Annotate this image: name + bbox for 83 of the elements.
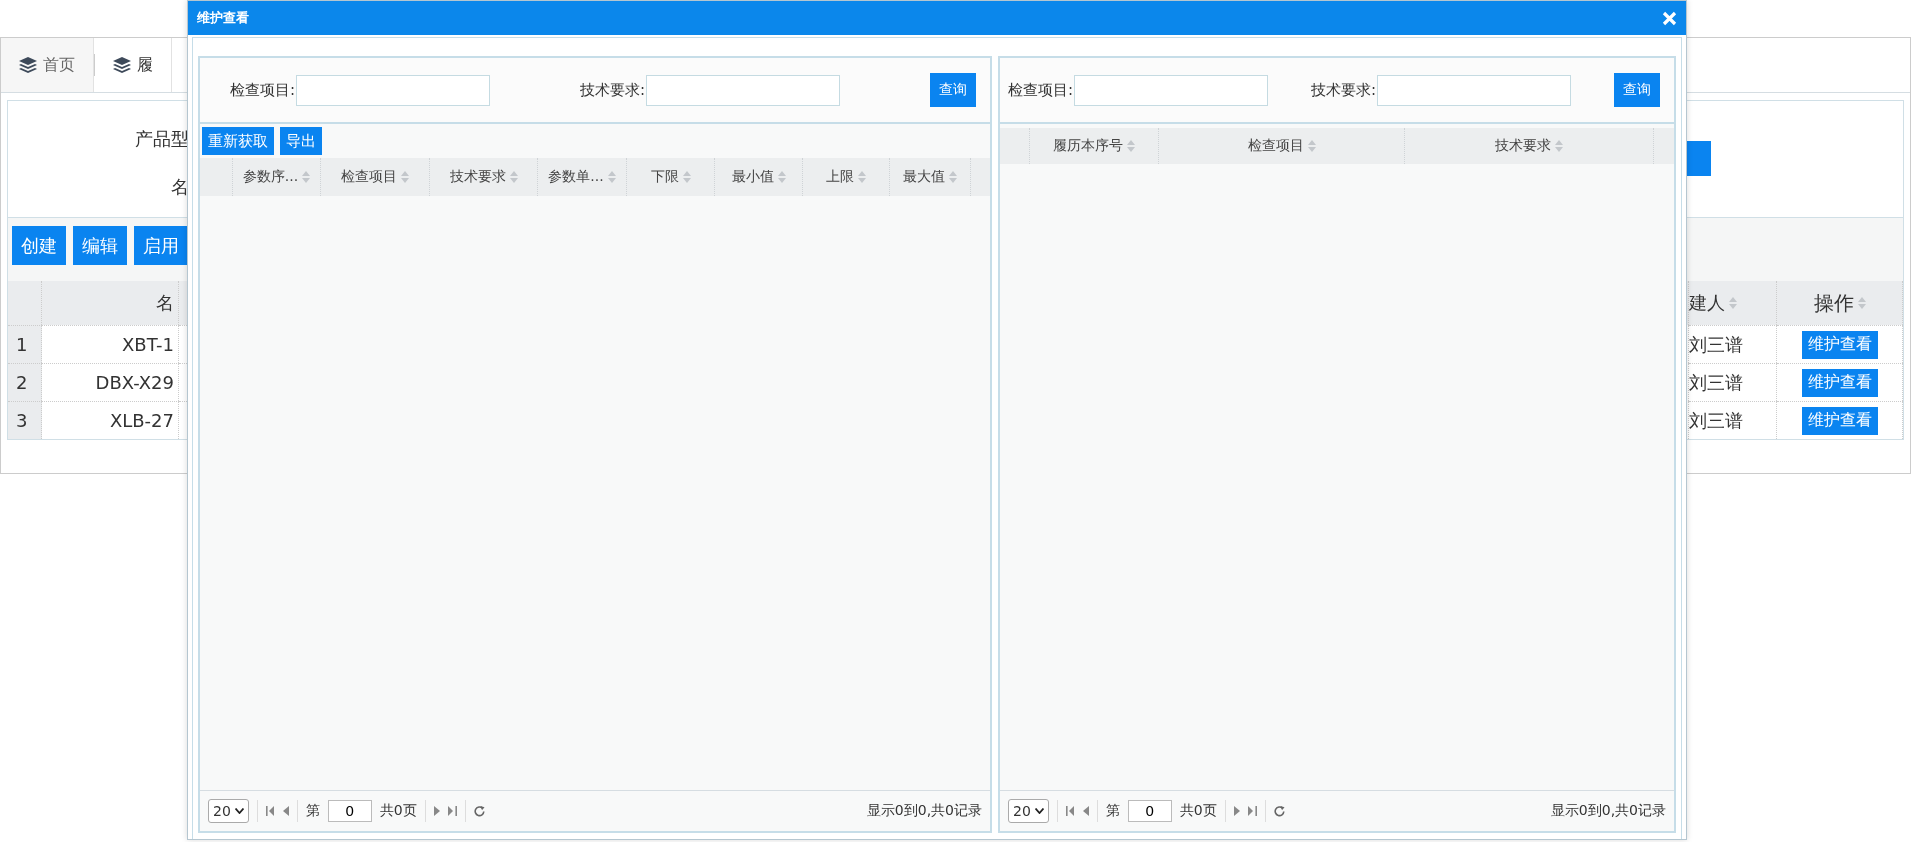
- row-number: 3: [8, 401, 42, 439]
- search-button[interactable]: 查询: [930, 73, 976, 107]
- toolbar-button[interactable]: 编辑: [73, 226, 127, 265]
- dialog-title: 维护查看: [197, 9, 249, 27]
- record-summary: 显示0到0,共0记录: [866, 802, 982, 820]
- table-cell: 刘三谱: [1689, 401, 1777, 439]
- first-page-icon[interactable]: [1065, 806, 1075, 816]
- next-page-icon[interactable]: [1233, 806, 1240, 816]
- filter-label: 检查项目:: [230, 80, 296, 100]
- first-page-icon[interactable]: [265, 806, 275, 816]
- page-label: 第: [305, 802, 320, 820]
- maintain-view-button[interactable]: 维护查看: [1801, 368, 1878, 397]
- toolbar-button[interactable]: 创建: [12, 226, 66, 265]
- page-input[interactable]: 0: [1127, 800, 1172, 822]
- header-cell: 操作: [1777, 281, 1903, 325]
- sort-icon: [1555, 140, 1563, 152]
- filter-label: 检查项目:: [1008, 80, 1074, 100]
- header-cell: 建人: [1689, 281, 1777, 325]
- header-cell: 履历本序号: [1030, 128, 1159, 164]
- sort-icon: [1857, 297, 1866, 309]
- header-cell: 检查项目: [321, 158, 430, 196]
- filter-label: 产品型: [135, 127, 189, 151]
- table-cell: 刘三谱: [1689, 325, 1777, 363]
- page-size-select[interactable]: 20: [208, 799, 249, 823]
- text-field[interactable]: [1377, 74, 1572, 106]
- previous-page-icon[interactable]: [1082, 806, 1089, 816]
- filter-label: 名: [171, 175, 189, 199]
- previous-page-icon[interactable]: [282, 806, 289, 816]
- header-cell: 检查项目: [1159, 128, 1405, 164]
- caret-icon: [1034, 808, 1044, 814]
- sort-icon: [607, 171, 616, 183]
- search-button[interactable]: 查询: [1614, 73, 1660, 107]
- header-cell: 参数序...: [233, 158, 321, 196]
- row-number: 1: [8, 325, 42, 363]
- maintain-view-button[interactable]: 维护查看: [1801, 330, 1878, 359]
- sort-icon: [949, 171, 957, 183]
- page-label: 第: [1105, 802, 1120, 820]
- toolbar-button[interactable]: 重新获取: [202, 127, 274, 155]
- table-cell: XBT-1: [42, 325, 179, 363]
- page-input[interactable]: 0: [327, 800, 372, 822]
- layers-icon: [19, 57, 37, 73]
- text-field[interactable]: [646, 74, 841, 106]
- refresh-icon[interactable]: [1273, 805, 1285, 817]
- last-page-icon[interactable]: [1247, 806, 1257, 816]
- table-cell: XLB-27: [42, 401, 179, 439]
- text-field[interactable]: [296, 74, 491, 106]
- filter-label: 技术要求:: [1311, 80, 1377, 100]
- sort-icon: [401, 171, 409, 183]
- header-cell: 最小值: [715, 158, 803, 196]
- header-cell: 名: [42, 281, 179, 325]
- table-cell: 刘三谱: [1689, 363, 1777, 401]
- header-cell: 参数单...: [538, 158, 627, 196]
- table-cell: DBX-X29: [42, 363, 179, 401]
- header-cell: 最大值: [890, 158, 971, 196]
- refresh-icon[interactable]: [473, 805, 485, 817]
- close-icon[interactable]: [1662, 10, 1677, 26]
- sort-icon: [302, 171, 311, 183]
- page-size-select[interactable]: 20: [1008, 799, 1049, 823]
- header-cell: 技术要求: [1405, 128, 1654, 164]
- last-page-icon[interactable]: [447, 806, 457, 816]
- sort-icon: [1729, 297, 1737, 309]
- layers-icon: [113, 57, 131, 73]
- caret-icon: [234, 808, 244, 814]
- text-field[interactable]: [1074, 74, 1269, 106]
- header-cell: 上限: [803, 158, 890, 196]
- toolbar-button[interactable]: 导出: [280, 127, 322, 155]
- page-count: 共0页: [1179, 802, 1217, 820]
- sort-icon: [1307, 140, 1316, 152]
- header-cell: 下限: [627, 158, 715, 196]
- sort-icon: [777, 171, 786, 183]
- next-page-icon[interactable]: [433, 806, 440, 816]
- record-summary: 显示0到0,共0记录: [1550, 802, 1666, 820]
- sort-icon: [682, 171, 691, 183]
- sort-icon: [509, 171, 518, 183]
- sort-icon: [1127, 140, 1135, 152]
- toolbar-button[interactable]: 启用: [134, 226, 188, 265]
- sort-icon: [858, 171, 866, 183]
- filter-label: 技术要求:: [580, 80, 646, 100]
- maintain-view-button[interactable]: 维护查看: [1801, 406, 1878, 435]
- page-count: 共0页: [379, 802, 417, 820]
- tab[interactable]: 首页: [1, 38, 94, 92]
- header-cell: 技术要求: [430, 158, 538, 196]
- row-number: 2: [8, 363, 42, 401]
